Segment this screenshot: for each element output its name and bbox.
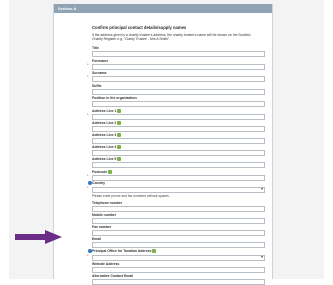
help-icon[interactable] — [117, 145, 122, 150]
intro-text: If the address given is a charity truste… — [92, 33, 251, 42]
help-icon[interactable] — [117, 133, 122, 138]
chevron-down-icon: ▾ — [260, 186, 263, 191]
address-line-1-label: Address Line 1 — [92, 109, 122, 114]
form-heading: Confirm principal contact details/supply… — [92, 25, 187, 30]
mobile-input[interactable] — [92, 218, 265, 224]
address-line-5-input[interactable] — [92, 162, 265, 168]
principal-office-label: Principal Office for Taxation Address — [92, 249, 157, 254]
forename-label: Forename — [92, 59, 109, 63]
fax-label: Fax number — [92, 225, 112, 229]
alt-contact-email-label: Alternative Contact Email — [92, 274, 134, 278]
postcode-required-marker: * — [87, 173, 89, 178]
title-label: Title — [92, 46, 99, 50]
alt-contact-email-input[interactable] — [92, 279, 265, 285]
email-label: Email — [92, 237, 102, 241]
phone-note: Please enter phone and fax numbers witho… — [92, 194, 170, 198]
help-icon[interactable] — [108, 170, 113, 175]
forename-required-marker: * — [87, 62, 89, 67]
help-icon[interactable] — [152, 249, 157, 254]
fax-input[interactable] — [92, 230, 265, 236]
suffix-label: Suffix — [92, 84, 102, 88]
suffix-input[interactable] — [92, 89, 265, 95]
address-line-1-input[interactable] — [92, 114, 265, 120]
address-line-5-label: Address Line 5 — [92, 157, 122, 162]
pointer-arrow-icon — [15, 230, 62, 244]
address-line-3-label: Address Line 3 — [92, 133, 122, 138]
country-select[interactable]: ▾ — [92, 186, 265, 193]
position-input[interactable] — [92, 101, 265, 107]
address-line-2-label: Address Line 2 — [92, 121, 122, 126]
telephone-input[interactable] — [92, 206, 265, 212]
telephone-label: Telephone number — [92, 201, 123, 205]
address-line-4-label: Address Line 4 — [92, 145, 122, 150]
principal-office-required-marker: * — [87, 253, 89, 258]
help-icon[interactable] — [117, 157, 122, 162]
country-label: Country — [92, 181, 105, 185]
country-required-marker: * — [87, 185, 89, 190]
section-header: Section A — [54, 4, 272, 13]
form-panel: Section A Confirm principal contact deta… — [53, 4, 273, 285]
help-icon[interactable] — [117, 121, 122, 126]
principal-office-select[interactable]: ▾ — [92, 254, 265, 261]
postcode-input[interactable] — [92, 175, 265, 181]
address-line-1-required-marker: * — [87, 112, 89, 117]
position-label: Position in the organisation — [92, 96, 137, 100]
surname-label: Surname — [92, 71, 107, 75]
address-line-2-input[interactable] — [92, 126, 265, 132]
forename-input[interactable] — [92, 64, 265, 70]
help-icon[interactable] — [117, 109, 122, 114]
website-label: Website Address — [92, 262, 120, 266]
address-line-4-input[interactable] — [92, 150, 265, 156]
surname-required-marker: * — [87, 74, 89, 79]
email-input[interactable] — [92, 242, 265, 248]
chevron-down-icon: ▾ — [260, 254, 263, 259]
website-input[interactable] — [92, 267, 265, 273]
title-input[interactable] — [92, 51, 265, 57]
mobile-label: Mobile number — [92, 213, 117, 217]
address-line-3-input[interactable] — [92, 138, 265, 144]
postcode-label: Postcode — [92, 170, 113, 175]
surname-input[interactable] — [92, 76, 265, 82]
